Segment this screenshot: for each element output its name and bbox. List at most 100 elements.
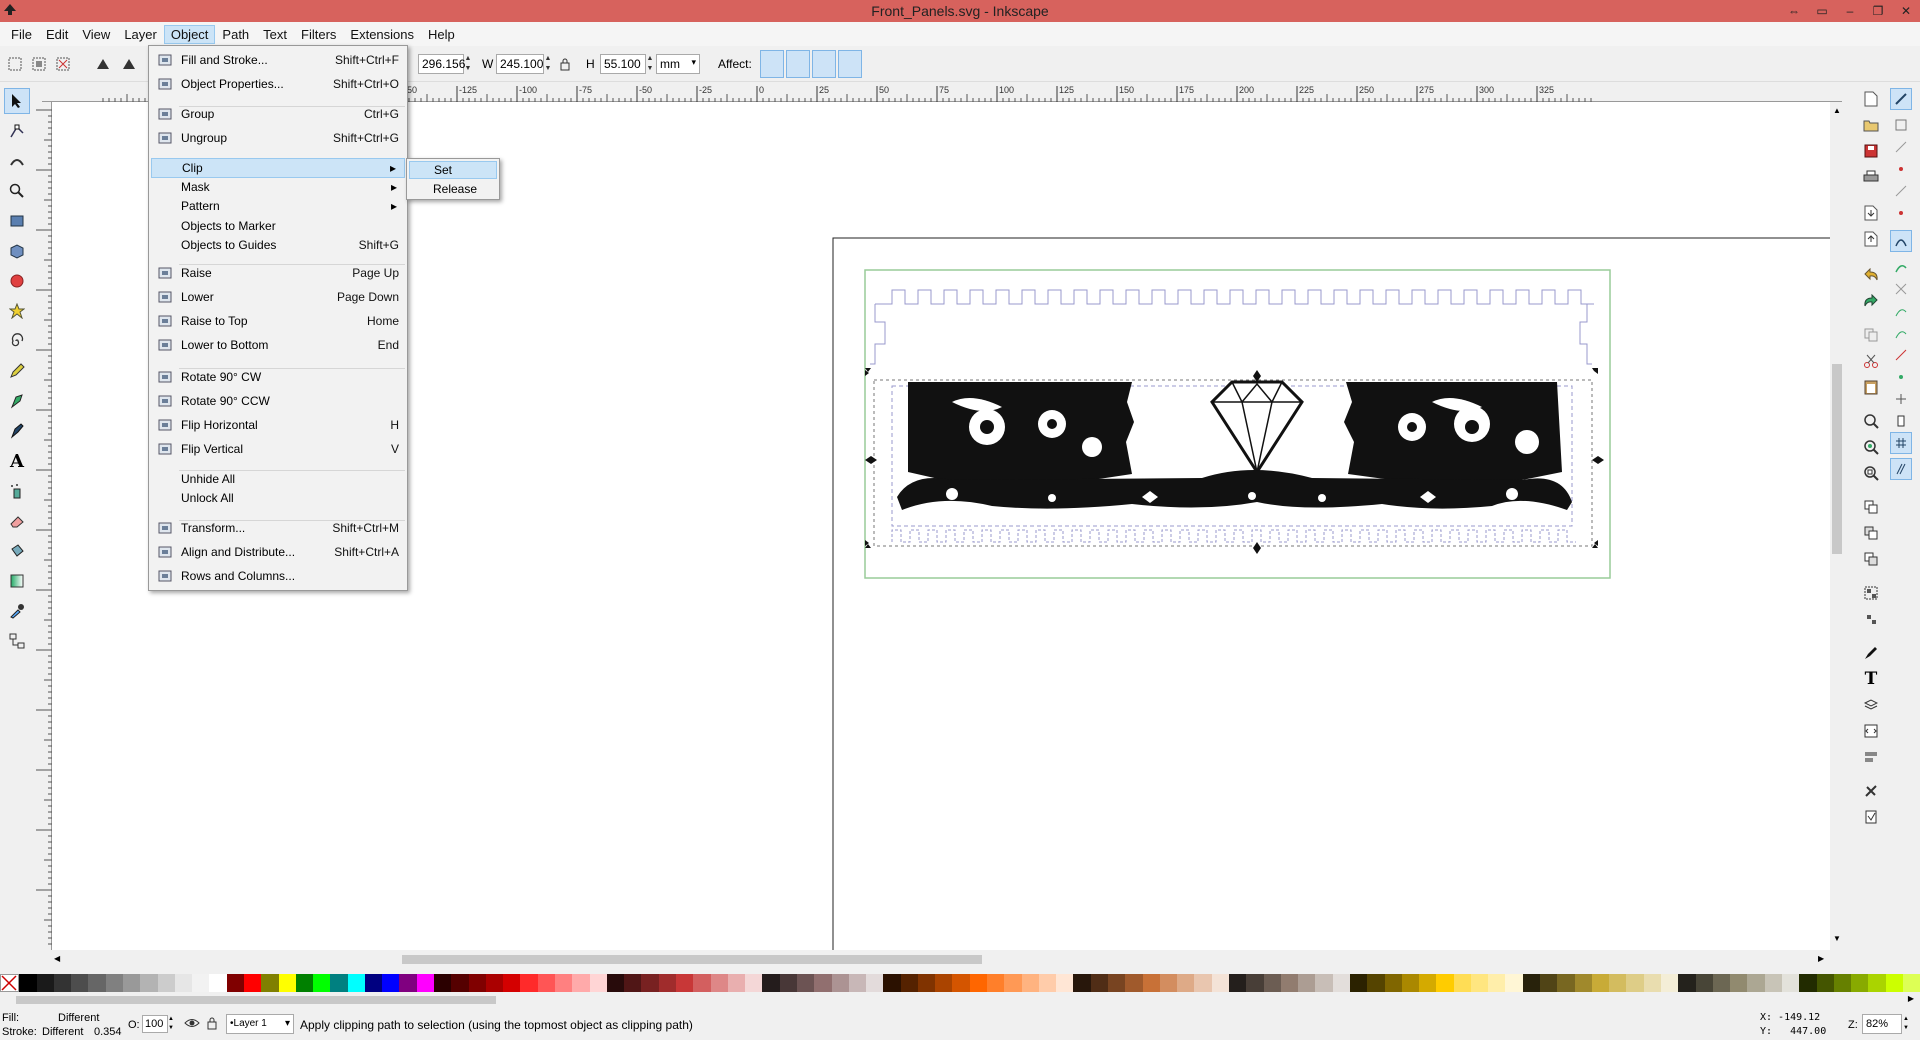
select-all-layers-icon[interactable] bbox=[28, 53, 50, 75]
snap-page-border-icon[interactable] bbox=[1890, 432, 1912, 454]
y-spinner[interactable]: ▲ ▼ bbox=[464, 54, 472, 74]
color-swatch[interactable] bbox=[969, 974, 988, 992]
tweak-tool-icon[interactable] bbox=[4, 148, 30, 174]
color-swatch[interactable] bbox=[209, 974, 227, 992]
color-swatch[interactable] bbox=[226, 974, 244, 992]
scroll-right-icon[interactable]: ▶ bbox=[1818, 954, 1824, 963]
zoom-drawing-icon[interactable] bbox=[1860, 436, 1882, 458]
menu-item-unhide-all[interactable]: Unhide All bbox=[151, 469, 405, 489]
snap-centers-icon[interactable] bbox=[1890, 366, 1912, 388]
color-swatch[interactable] bbox=[295, 974, 314, 992]
color-swatch[interactable] bbox=[416, 974, 435, 992]
color-swatch[interactable] bbox=[1712, 974, 1731, 992]
color-swatch[interactable] bbox=[1021, 974, 1039, 992]
color-swatch[interactable] bbox=[866, 974, 884, 992]
color-swatch[interactable] bbox=[1747, 974, 1765, 992]
color-swatch[interactable] bbox=[537, 974, 555, 992]
close-button[interactable]: ✕ bbox=[1892, 0, 1920, 22]
vertical-scrollbar[interactable]: ▲ ▼ bbox=[1830, 102, 1844, 950]
color-swatch[interactable] bbox=[1280, 974, 1299, 992]
color-swatch[interactable] bbox=[347, 974, 365, 992]
color-swatch[interactable] bbox=[779, 974, 797, 992]
color-swatch[interactable] bbox=[1609, 974, 1627, 992]
affect-corners-icon[interactable] bbox=[786, 50, 810, 78]
color-swatch[interactable] bbox=[1194, 974, 1212, 992]
color-swatch[interactable] bbox=[572, 974, 590, 992]
color-swatch[interactable] bbox=[1781, 974, 1800, 992]
color-swatch[interactable] bbox=[917, 974, 936, 992]
menu-layer[interactable]: Layer bbox=[117, 25, 164, 44]
menu-item-group[interactable]: Group Ctrl+G bbox=[151, 104, 405, 124]
color-swatch[interactable] bbox=[520, 974, 538, 992]
unit-select[interactable]: mm ▾ bbox=[656, 54, 700, 74]
color-swatch[interactable] bbox=[1868, 974, 1886, 992]
w-spinner[interactable]: ▲ ▼ bbox=[544, 54, 552, 74]
menu-item-transform[interactable]: Transform... Shift+Ctrl+M bbox=[151, 518, 405, 538]
color-swatch[interactable] bbox=[1056, 974, 1074, 992]
menu-item-align-and-distribute[interactable]: Align and Distribute... Shift+Ctrl+A bbox=[151, 542, 405, 562]
color-swatch[interactable] bbox=[1263, 974, 1281, 992]
color-swatch[interactable] bbox=[261, 974, 279, 992]
fill-stroke-dialog-icon[interactable] bbox=[1860, 642, 1882, 664]
scroll-down-icon[interactable]: ▼ bbox=[1833, 934, 1841, 943]
menu-item-clip[interactable]: Clip ▸ bbox=[151, 158, 405, 178]
menu-view[interactable]: View bbox=[75, 25, 117, 44]
color-swatch[interactable] bbox=[313, 974, 331, 992]
layers-icon[interactable] bbox=[1860, 694, 1882, 716]
color-swatch[interactable] bbox=[1505, 974, 1523, 992]
affect-stroke-icon[interactable] bbox=[760, 50, 784, 78]
import-icon[interactable] bbox=[1860, 202, 1882, 224]
text-dialog-icon[interactable]: T bbox=[1860, 668, 1882, 690]
pen-tool-icon[interactable] bbox=[4, 388, 30, 414]
snap-bbox-midpoint-icon[interactable] bbox=[1890, 180, 1912, 202]
snap-bbox-edge-icon[interactable] bbox=[1890, 136, 1912, 158]
clip-set-item[interactable]: Set bbox=[409, 161, 497, 179]
calligraphy-tool-icon[interactable] bbox=[4, 418, 30, 444]
zoom-page-icon[interactable] bbox=[1860, 462, 1882, 484]
spiral-tool-icon[interactable] bbox=[4, 328, 30, 354]
no-paint-swatch[interactable] bbox=[0, 974, 20, 992]
scroll-up-icon[interactable]: ▲ bbox=[1833, 106, 1841, 115]
color-swatch[interactable] bbox=[624, 974, 642, 992]
menu-item-lower[interactable]: Lower Page Down bbox=[151, 287, 405, 307]
restore-button[interactable]: ❐ bbox=[1864, 0, 1892, 22]
color-swatch[interactable] bbox=[796, 974, 815, 992]
text-tool-icon[interactable]: A bbox=[4, 448, 30, 474]
color-swatch[interactable] bbox=[1125, 974, 1143, 992]
color-swatch[interactable] bbox=[1591, 974, 1610, 992]
color-swatch[interactable] bbox=[987, 974, 1005, 992]
menu-item-raise-to-top[interactable]: Raise to Top Home bbox=[151, 311, 405, 331]
ellipse-tool-icon[interactable] bbox=[4, 268, 30, 294]
menu-item-mask[interactable]: Mask ▸ bbox=[151, 177, 405, 197]
bucket-tool-icon[interactable] bbox=[4, 538, 30, 564]
color-swatch[interactable] bbox=[1764, 974, 1782, 992]
color-swatch[interactable] bbox=[36, 974, 54, 992]
color-swatch[interactable] bbox=[745, 974, 763, 992]
palette-scrollbar[interactable]: ▶ bbox=[0, 994, 1920, 1006]
h-field[interactable]: 55.100 bbox=[600, 54, 646, 74]
snap-cusp-icon[interactable] bbox=[1890, 300, 1912, 322]
color-swatch[interactable] bbox=[1678, 974, 1696, 992]
color-swatch[interactable] bbox=[1695, 974, 1713, 992]
connector-tool-icon[interactable] bbox=[4, 628, 30, 654]
preferences-icon[interactable] bbox=[1860, 780, 1882, 802]
menu-object[interactable]: Object bbox=[163, 24, 216, 44]
vertical-scroll-thumb[interactable] bbox=[1832, 364, 1842, 554]
new-document-icon[interactable] bbox=[1860, 88, 1882, 110]
menu-item-ungroup[interactable]: Ungroup Shift+Ctrl+G bbox=[151, 128, 405, 148]
save-icon[interactable] bbox=[1860, 140, 1882, 162]
color-swatch[interactable] bbox=[1885, 974, 1903, 992]
stroke-width[interactable]: 0.354 bbox=[94, 1026, 122, 1038]
dropper-tool-icon[interactable] bbox=[4, 598, 30, 624]
color-swatch[interactable] bbox=[1246, 974, 1264, 992]
color-swatch[interactable] bbox=[174, 974, 193, 992]
color-swatch[interactable] bbox=[1298, 974, 1316, 992]
color-swatch[interactable] bbox=[278, 974, 296, 992]
menu-item-objects-to-guides[interactable]: Objects to Guides Shift+G bbox=[151, 235, 405, 255]
clone-icon[interactable] bbox=[1860, 522, 1882, 544]
menu-text[interactable]: Text bbox=[256, 25, 294, 44]
menu-path[interactable]: Path bbox=[215, 25, 256, 44]
color-swatch[interactable] bbox=[122, 974, 141, 992]
color-swatch[interactable] bbox=[364, 974, 383, 992]
open-icon[interactable] bbox=[1860, 114, 1882, 136]
